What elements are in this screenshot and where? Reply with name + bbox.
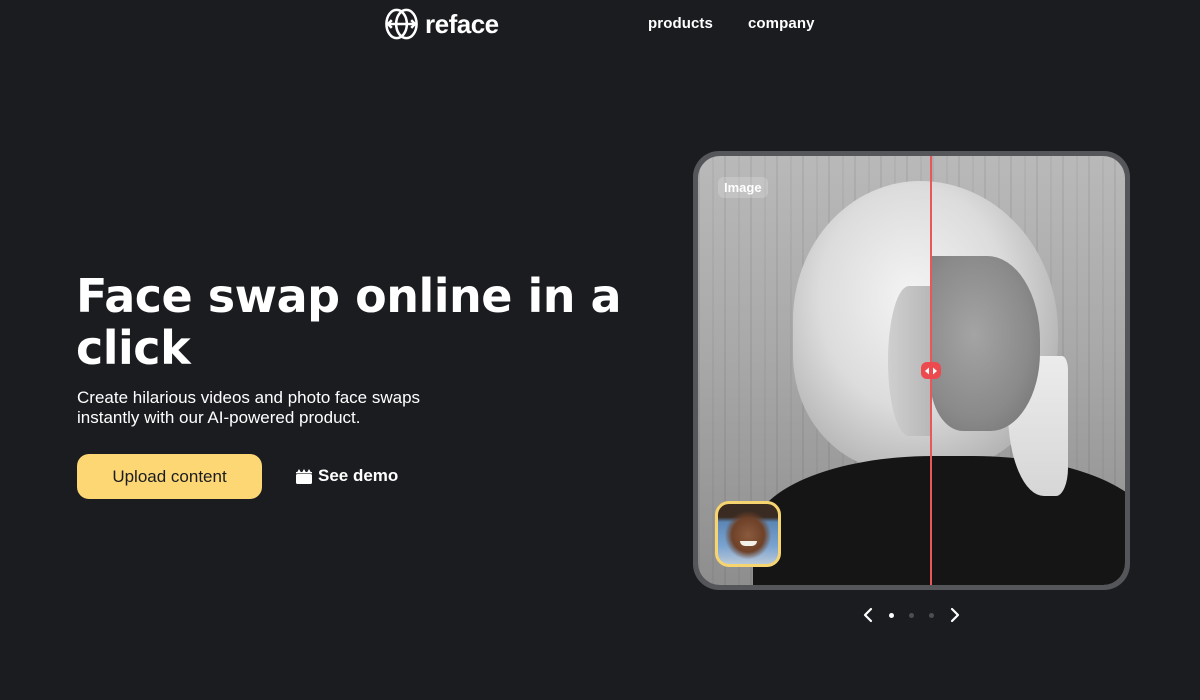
upload-content-button[interactable]: Upload content	[77, 454, 262, 499]
face-swap-preview-card: Image	[693, 151, 1130, 590]
photo-body-shape	[753, 456, 1125, 585]
hero-title: Face swap online in a click	[76, 269, 622, 375]
main-nav: products company	[648, 15, 815, 32]
see-demo-link[interactable]: See demo	[295, 464, 398, 488]
photo-swapped-face	[930, 256, 1040, 431]
source-face-thumbnail[interactable]	[715, 501, 781, 567]
chevron-left-icon	[863, 607, 873, 623]
logo-text: reface	[425, 9, 499, 39]
see-demo-label: See demo	[318, 466, 399, 485]
carousel-prev-button[interactable]	[858, 604, 878, 626]
nav-item-products[interactable]: products	[648, 15, 713, 32]
reface-logo-icon	[385, 8, 418, 40]
reface-logo[interactable]: reface	[384, 7, 499, 41]
thumbnail-smile	[740, 541, 757, 546]
carousel-next-button[interactable]	[945, 604, 965, 626]
media-type-badge: Image	[718, 177, 768, 198]
nav-item-company[interactable]: company	[748, 15, 815, 32]
carousel-dot[interactable]	[909, 613, 914, 618]
carousel-dot[interactable]	[929, 613, 934, 618]
photo-original-face	[888, 286, 930, 436]
left-right-arrows-icon	[925, 367, 937, 374]
comparison-slider-handle[interactable]	[921, 362, 941, 379]
carousel-controls	[858, 602, 968, 628]
site-header: reface products company	[0, 0, 1200, 50]
chevron-right-icon	[950, 607, 960, 623]
before-after-image[interactable]: Image	[698, 156, 1125, 585]
clapperboard-icon	[296, 469, 312, 484]
carousel-dot-active[interactable]	[889, 613, 894, 618]
hero-subtitle: Create hilarious videos and photo face s…	[77, 388, 421, 427]
